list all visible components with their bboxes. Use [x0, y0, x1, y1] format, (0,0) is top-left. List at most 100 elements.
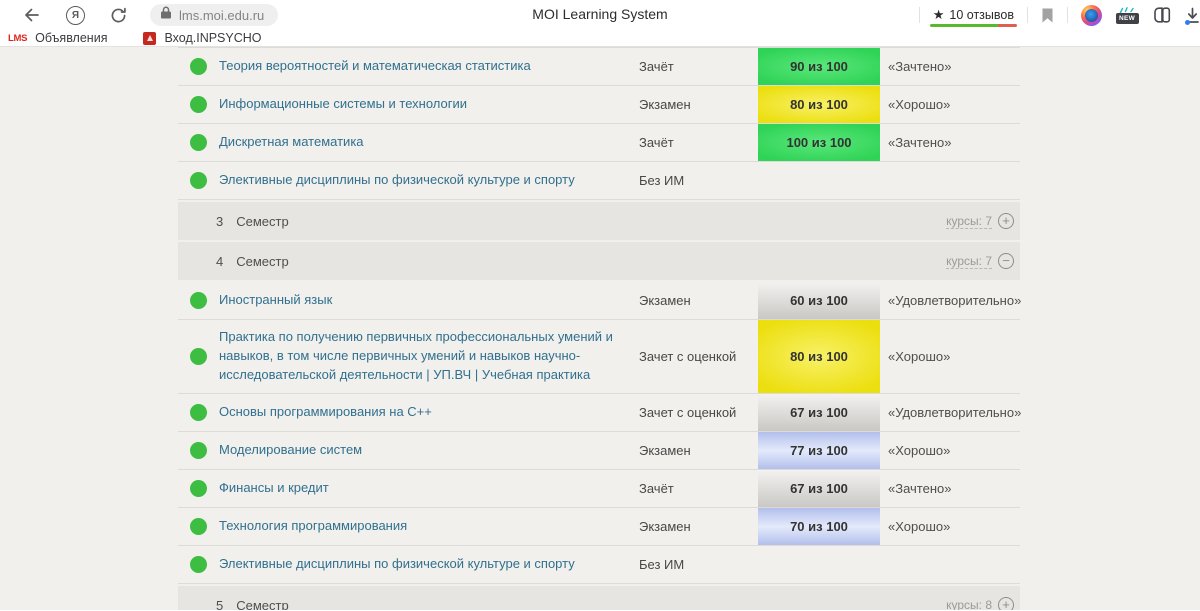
course-row: Элективные дисциплины по физической куль… [178, 162, 1020, 200]
courses-count-link[interactable]: курсы: 8 [946, 598, 992, 611]
lock-icon [160, 6, 172, 24]
course-row: Дискретная математикаЗачёт100 из 100«Зач… [178, 124, 1020, 162]
collapse-icon[interactable]: − [998, 253, 1014, 269]
assessment-type-label: Зачет с оценкой [639, 349, 758, 364]
course-row: Практика по получению первичных професси… [178, 320, 1020, 394]
browser-toolbar: Я lms.moi.edu.ru MOI Learning System ★ 1… [0, 0, 1200, 30]
expand-icon[interactable]: + [998, 597, 1014, 610]
expand-icon[interactable]: + [998, 213, 1014, 229]
url-text: lms.moi.edu.ru [179, 8, 264, 23]
separator [919, 7, 920, 23]
course-table: Теория вероятностей и математическая ста… [178, 47, 1020, 610]
semester-number: 4 [216, 254, 223, 269]
course-row: Основы программирования на C++Зачет с оц… [178, 394, 1020, 432]
grade-label: «Хорошо» [880, 443, 1020, 458]
assessment-type-label: Экзамен [639, 97, 758, 112]
new-badge-label: NEW [1116, 13, 1139, 24]
score-cell: 77 из 100 [758, 432, 880, 469]
course-link[interactable]: Информационные системы и технологии [219, 95, 639, 114]
address-bar[interactable]: lms.moi.edu.ru [150, 4, 278, 26]
course-link[interactable]: Элективные дисциплины по физической куль… [219, 555, 639, 574]
yandex-icon[interactable]: Я [66, 6, 85, 25]
course-link[interactable]: Теория вероятностей и математическая ста… [219, 57, 639, 76]
course-link[interactable]: Дискретная математика [219, 133, 639, 152]
score-cell [758, 162, 880, 199]
grade-label: «Хорошо» [880, 519, 1020, 534]
grade-label: «Хорошо» [880, 97, 1020, 112]
rating-bar [930, 24, 1017, 27]
new-extension-icon[interactable]: NEW [1115, 6, 1139, 24]
course-link[interactable]: Технология программирования [219, 517, 639, 536]
inpsycho-favicon [143, 32, 156, 45]
star-icon: ★ [933, 8, 945, 21]
bookmark-label: Объявления [35, 31, 107, 45]
assessment-type-label: Зачет с оценкой [639, 405, 758, 420]
lms-favicon: LMS [8, 33, 27, 44]
course-row: Финансы и кредитЗачёт67 из 100«Зачтено» [178, 470, 1020, 508]
course-status-icon [190, 172, 207, 189]
assessment-type-label: Без ИМ [639, 173, 758, 188]
course-status-icon [190, 348, 207, 365]
assessment-type-label: Экзамен [639, 293, 758, 308]
semester-row-3[interactable]: 3 Семестр курсы: 7 + [178, 202, 1020, 240]
score-cell: 70 из 100 [758, 508, 880, 545]
semester-row-5[interactable]: 5 Семестр курсы: 8 + [178, 586, 1020, 610]
course-link[interactable]: Иностранный язык [219, 291, 639, 310]
course-status-icon [190, 292, 207, 309]
course-row: Теория вероятностей и математическая ста… [178, 48, 1020, 86]
reviews-rating[interactable]: ★ 10 отзывов [933, 8, 1014, 27]
course-status-icon [190, 556, 207, 573]
course-row: Информационные системы и технологииЭкзам… [178, 86, 1020, 124]
grade-label: «Хорошо» [880, 349, 1020, 364]
semester-title: Семестр [236, 214, 288, 229]
page-content: Теория вероятностей и математическая ста… [0, 47, 1200, 610]
course-status-icon [190, 480, 207, 497]
bookmarks-bar: LMS Объявления Вход.INPSYCHO [0, 30, 1200, 47]
semester-number: 3 [216, 214, 223, 229]
score-cell: 90 из 100 [758, 48, 880, 85]
reviews-count: 10 отзывов [949, 8, 1014, 22]
refresh-icon[interactable] [109, 6, 128, 25]
course-status-icon [190, 518, 207, 535]
collections-icon[interactable] [1152, 6, 1172, 24]
score-cell: 67 из 100 [758, 394, 880, 431]
course-status-icon [190, 134, 207, 151]
course-link[interactable]: Практика по получению первичных професси… [219, 328, 639, 385]
separator [1067, 7, 1068, 23]
separator [1027, 7, 1028, 23]
assessment-type-label: Без ИМ [639, 557, 758, 572]
course-link[interactable]: Основы программирования на C++ [219, 403, 639, 422]
course-row: Моделирование системЭкзамен77 из 100«Хор… [178, 432, 1020, 470]
grade-label: «Зачтено» [880, 135, 1020, 150]
course-status-icon [190, 58, 207, 75]
page-title: MOI Learning System [532, 6, 667, 22]
score-cell [758, 546, 880, 583]
back-icon[interactable] [22, 5, 42, 25]
bookmark-lms[interactable]: LMS Объявления [8, 31, 107, 45]
course-link[interactable]: Финансы и кредит [219, 479, 639, 498]
courses-count-link[interactable]: курсы: 7 [946, 254, 992, 269]
assessment-type-label: Экзамен [639, 443, 758, 458]
browser-profile-icon[interactable] [1081, 5, 1102, 26]
bookmark-inpsycho[interactable]: Вход.INPSYCHO [143, 31, 261, 45]
download-notification-dot [1185, 20, 1190, 25]
grade-label: «Зачтено» [880, 59, 1020, 74]
semester-number: 5 [216, 598, 223, 611]
courses-count-link[interactable]: курсы: 7 [946, 214, 992, 229]
course-link[interactable]: Моделирование систем [219, 441, 639, 460]
course-row: Элективные дисциплины по физической куль… [178, 546, 1020, 584]
course-status-icon [190, 404, 207, 421]
course-row: Технология программированияЭкзамен70 из … [178, 508, 1020, 546]
assessment-type-label: Зачёт [639, 481, 758, 496]
score-cell: 80 из 100 [758, 320, 880, 393]
semester-row-4[interactable]: 4Семестркурсы: 7− [178, 242, 1020, 280]
download-icon[interactable] [1185, 7, 1200, 24]
bookmark-flag-icon[interactable] [1041, 7, 1054, 24]
score-cell: 100 из 100 [758, 124, 880, 161]
score-cell: 60 из 100 [758, 282, 880, 319]
course-link[interactable]: Элективные дисциплины по физической куль… [219, 171, 639, 190]
semester-title: Семестр [236, 598, 288, 611]
assessment-type-label: Зачёт [639, 135, 758, 150]
grade-label: «Зачтено» [880, 481, 1020, 496]
yandex-glyph: Я [72, 10, 79, 21]
